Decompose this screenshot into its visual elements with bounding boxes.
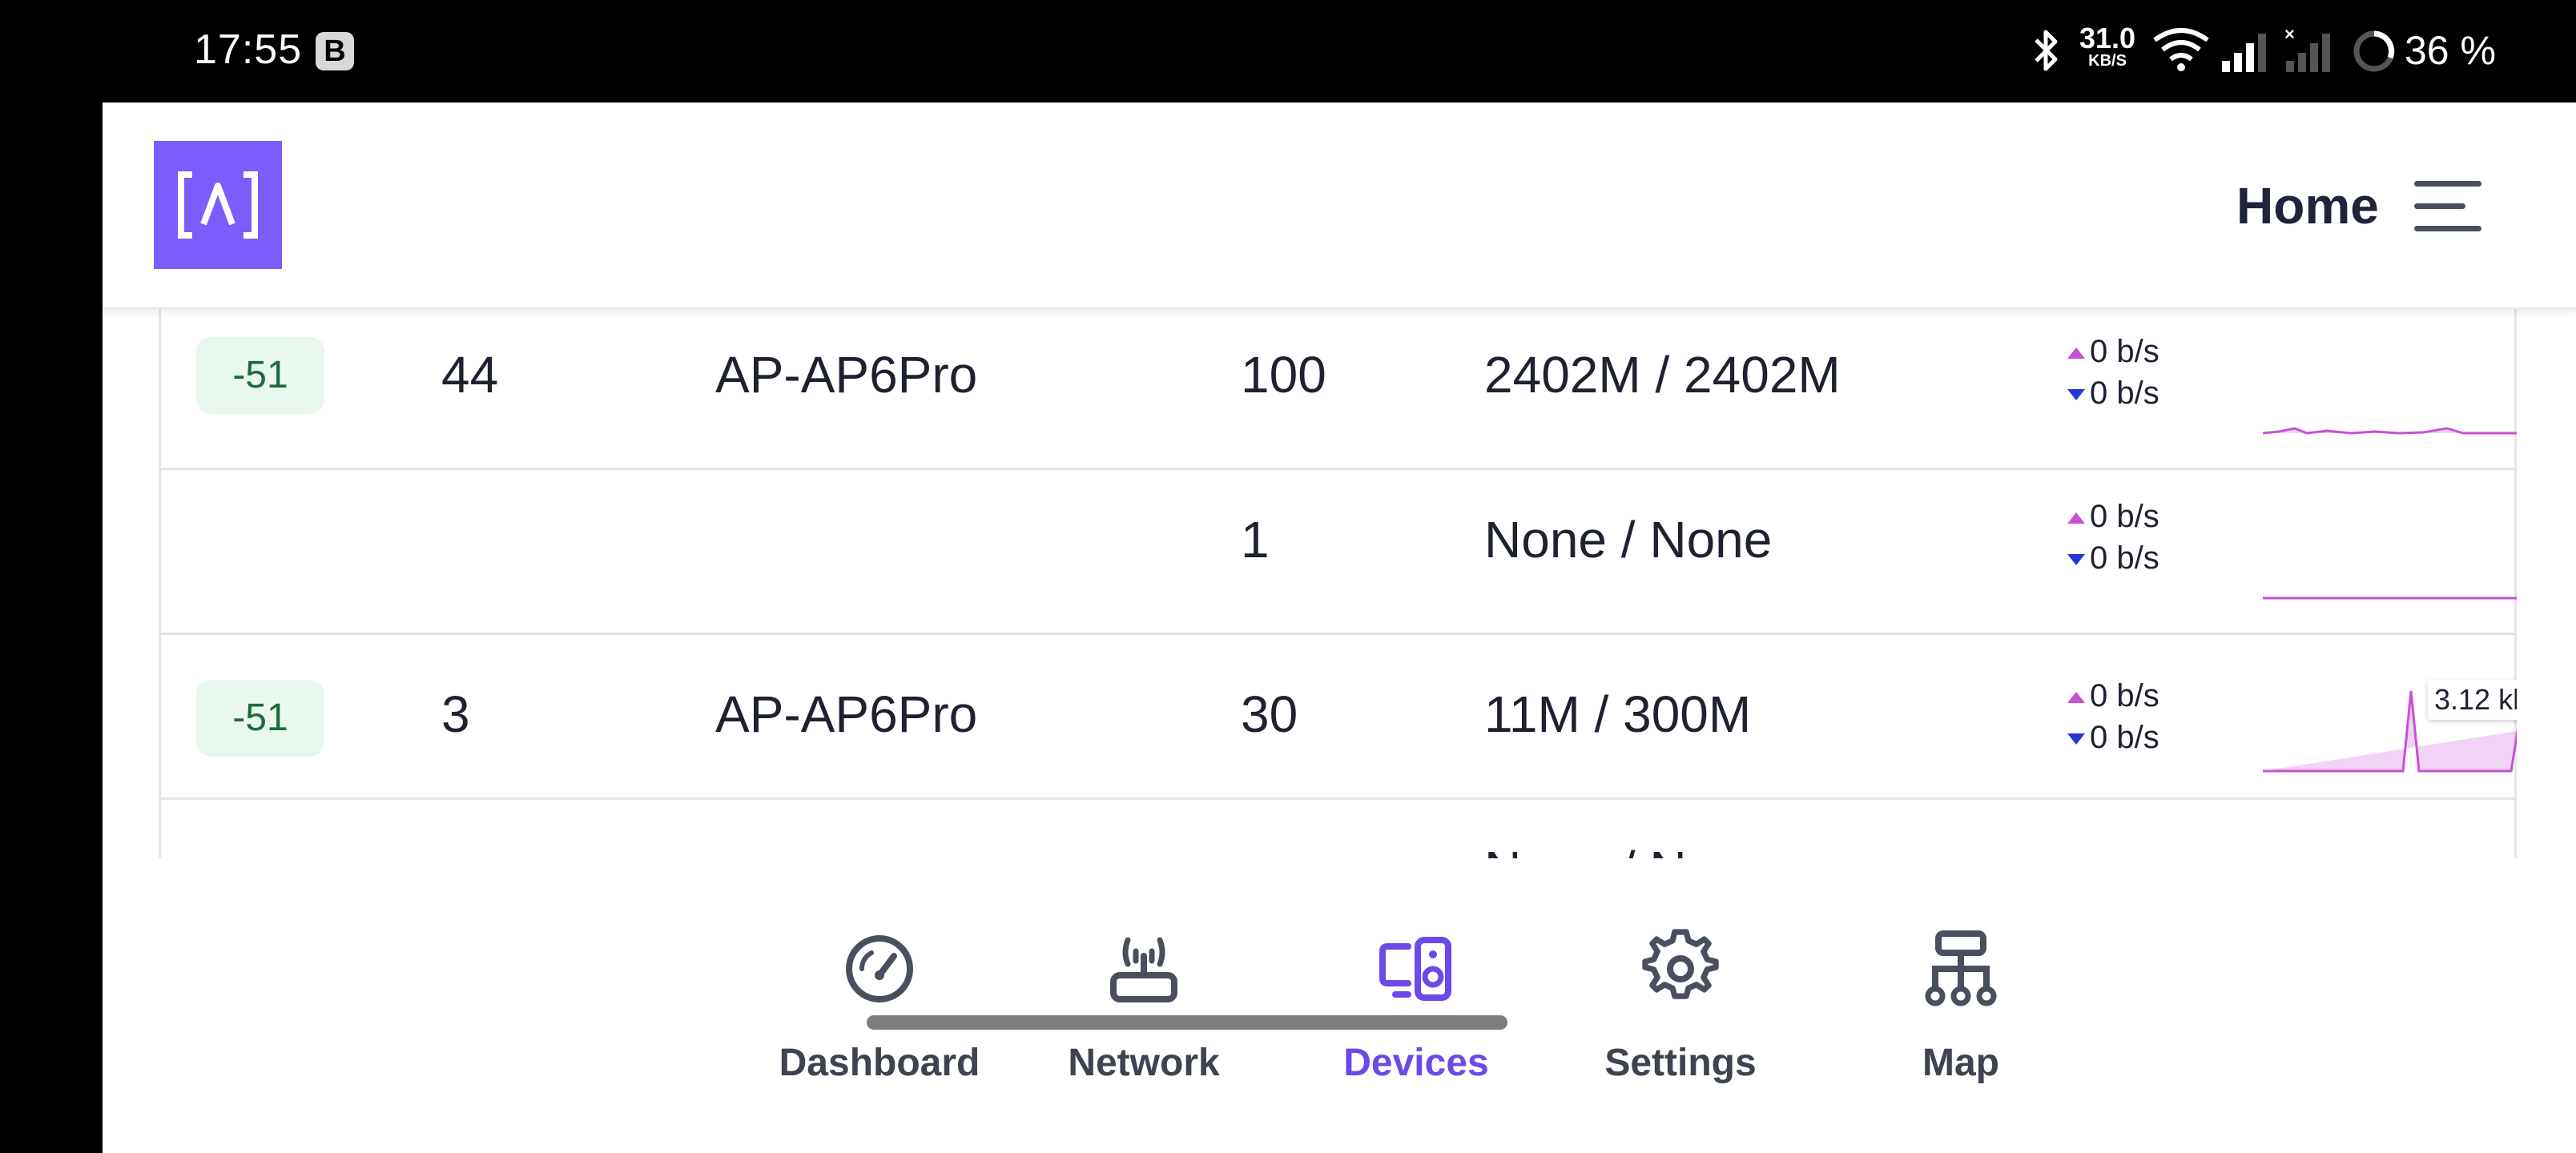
table-row[interactable]: -51 3 AP-AP6Pro 30 11M / 300M 0 b/s 0 b/… (159, 635, 2517, 800)
upload-arrow-icon (2067, 692, 2085, 704)
traffic-rates: 0 b/s 0 b/s (2067, 331, 2159, 414)
nav-devices[interactable]: Devices (1320, 858, 1512, 1099)
gear-icon (1642, 929, 1719, 999)
nav-settings[interactable]: Settings (1576, 858, 1785, 1099)
app-badge-icon: B (316, 32, 354, 70)
top-header: Home (103, 102, 2576, 309)
quality-cell: 30 (1241, 685, 1298, 743)
ap-cell: AP-AP6Pro (715, 346, 978, 404)
rate-cell: 11M / 300M (1484, 685, 1752, 743)
upload-rate: 0 b/s (2090, 499, 2159, 534)
topology-icon (1925, 930, 1997, 1006)
nav-label: Devices (1343, 1042, 1489, 1084)
status-time: 17:55 (194, 26, 303, 73)
nav-label: Settings (1604, 1042, 1757, 1084)
channel-cell: 44 (441, 346, 499, 404)
battery-percentage: 36 % (2405, 28, 2496, 73)
sparkline-tooltip: 3.12 kb (2428, 680, 2517, 720)
download-rate: 0 b/s (2090, 376, 2159, 411)
devices-table[interactable]: -51 44 AP-AP6Pro 100 2402M / 2402M 0 b/s… (159, 307, 2517, 858)
rate-cell: None / None (1484, 511, 1773, 568)
upload-arrow-icon (2067, 512, 2085, 524)
logo-icon (178, 171, 258, 239)
devices-icon (1379, 937, 1451, 1001)
table-row[interactable]: 1 None / None 0 b/s 0 b/s (159, 470, 2517, 635)
router-icon (1110, 937, 1177, 1002)
rate-cell: 2402M / 2402M (1484, 346, 1841, 404)
nav-map[interactable]: Map (1865, 858, 2057, 1099)
upload-arrow-icon (2067, 348, 2085, 360)
bottom-navigation: Dashboard Network Devices Settings Map (103, 858, 2576, 1153)
nav-dashboard[interactable]: Dashboard (759, 858, 1000, 1099)
quality-cell: 1 (1241, 511, 1270, 568)
svg-text:×: × (2284, 27, 2295, 44)
download-rate: 0 b/s (2090, 540, 2159, 576)
download-arrow-icon (2067, 389, 2085, 401)
nav-label: Map (1922, 1042, 1999, 1084)
network-speed: 31.0 KB/S (2079, 22, 2136, 70)
quality-cell: 100 (1241, 346, 1326, 404)
download-arrow-icon (2067, 554, 2085, 566)
ap-cell: AP-AP6Pro (715, 685, 978, 743)
channel-cell: 3 (441, 685, 470, 743)
upload-rate: 0 b/s (2090, 334, 2159, 369)
home-indicator[interactable] (867, 1015, 1507, 1030)
logo[interactable] (154, 141, 282, 269)
nav-label: Dashboard (779, 1042, 980, 1084)
battery-ring-icon (2353, 30, 2395, 72)
network-speed-unit: KB/S (2088, 52, 2127, 70)
status-bar: 17:55 B 31.0 KB/S × 36 % (0, 0, 2576, 102)
page-title[interactable]: Home (2236, 176, 2379, 235)
bluetooth-icon (2035, 30, 2058, 71)
table-row[interactable]: -51 44 AP-AP6Pro 100 2402M / 2402M 0 b/s… (159, 307, 2517, 470)
network-speed-value: 31.0 (2079, 22, 2136, 54)
download-rate: 0 b/s (2090, 720, 2159, 755)
gauge-icon (846, 935, 913, 1002)
signal-no-service-icon: × (2284, 27, 2330, 72)
nav-network[interactable]: Network (1048, 858, 1240, 1099)
signal-badge: -51 (196, 337, 324, 414)
traffic-rates: 0 b/s 0 b/s (2067, 675, 2159, 758)
rate-cell: None / None (1484, 840, 1772, 858)
traffic-sparkline[interactable] (2263, 510, 2517, 606)
traffic-rates: 0 b/s 0 b/s (2067, 496, 2159, 579)
table-row[interactable]: None / None (159, 800, 2517, 858)
wifi-icon (2153, 28, 2209, 71)
nav-label: Network (1068, 1042, 1220, 1084)
signal-icon (2222, 34, 2266, 72)
hamburger-menu-icon[interactable] (2414, 179, 2481, 232)
download-arrow-icon (2067, 733, 2085, 745)
signal-badge: -51 (196, 680, 324, 757)
traffic-sparkline[interactable] (2263, 345, 2517, 441)
app-window: Home -51 44 AP-AP6Pro 100 2402M / 2402M … (103, 102, 2576, 1153)
upload-rate: 0 b/s (2090, 678, 2159, 713)
